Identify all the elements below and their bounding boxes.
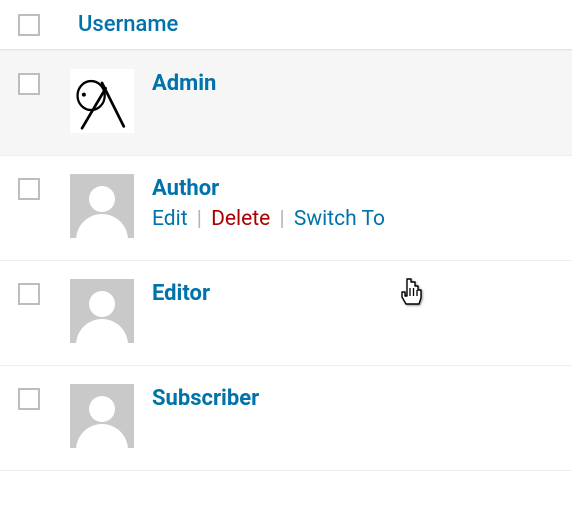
separator: | <box>276 207 289 231</box>
delete-link[interactable]: Delete <box>211 207 270 231</box>
user-info: Editor <box>152 279 210 306</box>
table-header: Username <box>0 0 572 50</box>
row-actions: Edit | Delete | Switch To <box>152 207 385 231</box>
column-username-header[interactable]: Username <box>78 12 178 37</box>
row-checkbox[interactable] <box>18 283 40 305</box>
avatar <box>70 69 134 133</box>
avatar <box>70 174 134 238</box>
user-info: Author Edit | Delete | Switch To <box>152 174 385 231</box>
edit-link[interactable]: Edit <box>152 207 188 231</box>
user-info: Subscriber <box>152 384 259 411</box>
username-link[interactable]: Subscriber <box>152 386 259 411</box>
username-link[interactable]: Author <box>152 176 219 201</box>
avatar <box>70 384 134 448</box>
user-row: Admin <box>0 50 572 156</box>
avatar <box>70 279 134 343</box>
user-row: Editor <box>0 261 572 366</box>
separator: | <box>193 207 206 231</box>
user-row: Author Edit | Delete | Switch To <box>0 156 572 261</box>
row-checkbox[interactable] <box>18 388 40 410</box>
user-info: Admin <box>152 69 216 96</box>
row-checkbox[interactable] <box>18 73 40 95</box>
user-row: Subscriber <box>0 366 572 471</box>
row-checkbox[interactable] <box>18 178 40 200</box>
username-link[interactable]: Admin <box>152 71 216 96</box>
switch-to-link[interactable]: Switch To <box>294 207 385 231</box>
username-link[interactable]: Editor <box>152 281 210 306</box>
select-all-checkbox[interactable] <box>18 14 40 36</box>
